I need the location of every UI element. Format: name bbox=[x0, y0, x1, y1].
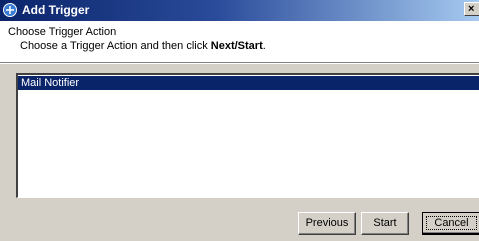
start-button[interactable]: Start bbox=[361, 212, 409, 235]
previous-button[interactable]: Previous bbox=[298, 212, 356, 235]
close-button[interactable]: × bbox=[464, 2, 479, 16]
title-bar: Add Trigger × bbox=[0, 0, 479, 21]
trigger-action-list[interactable]: Mail Notifier bbox=[16, 73, 479, 198]
page-instructions: Choose a Trigger Action and then click N… bbox=[20, 40, 266, 52]
page-title: Choose Trigger Action bbox=[8, 26, 117, 38]
header-panel: Choose Trigger Action Choose a Trigger A… bbox=[0, 21, 479, 62]
instructions-text: Choose a Trigger Action and then click bbox=[20, 40, 211, 52]
header-divider bbox=[0, 62, 479, 64]
cancel-button[interactable]: Cancel bbox=[422, 212, 479, 235]
list-item-mail-notifier[interactable]: Mail Notifier bbox=[18, 76, 479, 90]
instructions-end: . bbox=[262, 40, 266, 52]
cancel-label: Cancel bbox=[426, 216, 477, 230]
instructions-emphasis: Next/Start bbox=[210, 40, 263, 52]
window-title: Add Trigger bbox=[22, 3, 90, 17]
app-icon bbox=[3, 3, 17, 17]
close-icon: × bbox=[468, 3, 475, 15]
